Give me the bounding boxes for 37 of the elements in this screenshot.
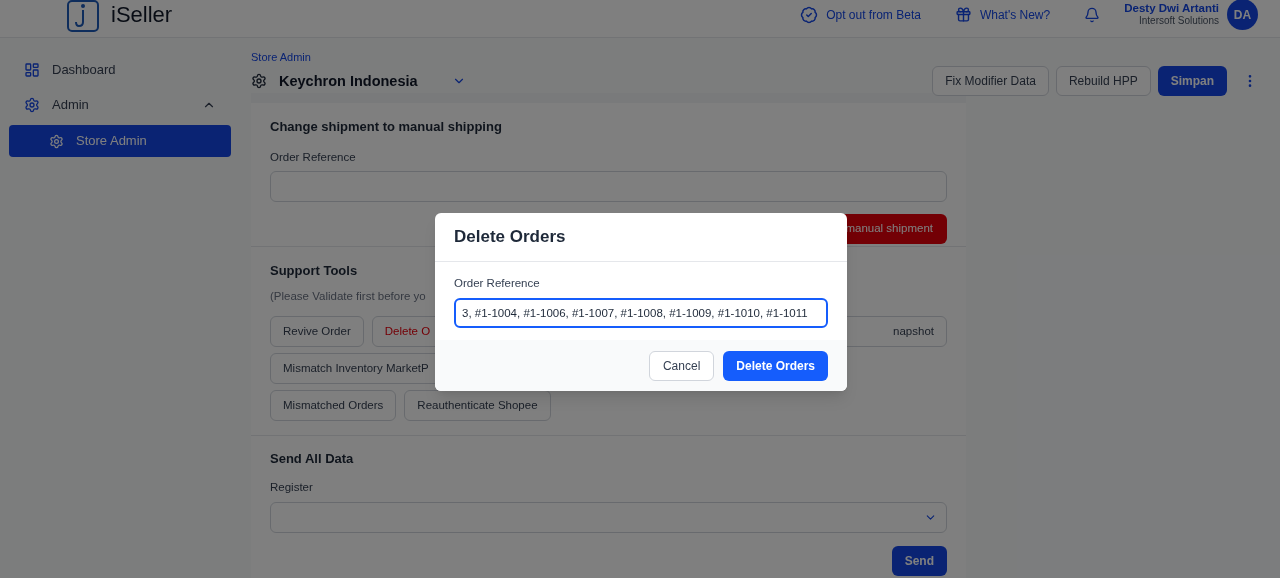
section-note: (Please Validate first before yo xyxy=(270,288,427,304)
store-selector[interactable]: Keychron Indonesia xyxy=(251,70,466,93)
badge-icon xyxy=(800,5,819,24)
breadcrumb-link[interactable]: Store Admin xyxy=(251,49,466,66)
sidebar-item[interactable]: Admin xyxy=(9,90,231,119)
action-button[interactable]: Rebuild HPP xyxy=(1055,66,1151,97)
dialog-button[interactable]: Cancel xyxy=(648,350,715,381)
logo-text: iSeller xyxy=(111,1,173,29)
sidebar-item[interactable]: Store Admin xyxy=(9,125,231,157)
user-name: Desty Dwi Artanti xyxy=(1124,1,1219,16)
bell-icon[interactable] xyxy=(1084,6,1101,23)
tool-button[interactable]: Mismatched Orders xyxy=(270,389,397,421)
input-field[interactable]: 3, #1-1004, #1-1006, #1-1007, #1-1008, #1-1009, #1-1010, #1-1011 xyxy=(454,298,828,329)
settings-icon xyxy=(49,133,64,149)
settings-icon xyxy=(24,96,40,113)
send-button[interactable]: Send xyxy=(891,545,947,576)
dashboard-icon xyxy=(24,61,40,78)
field-label: Order Reference xyxy=(454,276,541,291)
action-button[interactable]: Simpan xyxy=(1157,66,1227,97)
section-title: Send All Data xyxy=(270,449,355,468)
logo-icon xyxy=(67,0,99,32)
user-company: Intersoft Solutions xyxy=(1138,15,1219,28)
section-title: Support Tools xyxy=(270,262,359,280)
section-title: Change shipment to manual shipping xyxy=(270,118,503,137)
field-label: Order Reference xyxy=(270,149,357,165)
sidebar-item[interactable]: Dashboard xyxy=(9,55,231,84)
action-button[interactable]: Fix Modifier Data xyxy=(932,66,1049,97)
dialog-title: Delete Orders xyxy=(454,226,566,249)
user-avatar[interactable]: DA xyxy=(1227,0,1258,30)
settings-icon xyxy=(251,73,267,90)
header-link[interactable]: What's New? xyxy=(954,5,1051,24)
header-link[interactable]: Opt out from Beta xyxy=(800,5,921,24)
field-label: Register xyxy=(270,480,314,496)
dialog-button[interactable]: Delete Orders xyxy=(723,350,828,381)
gift-icon xyxy=(954,6,972,23)
tool-button[interactable]: Reauthenticate Shopee xyxy=(404,389,551,421)
tool-button[interactable]: Revive Order xyxy=(270,315,364,347)
